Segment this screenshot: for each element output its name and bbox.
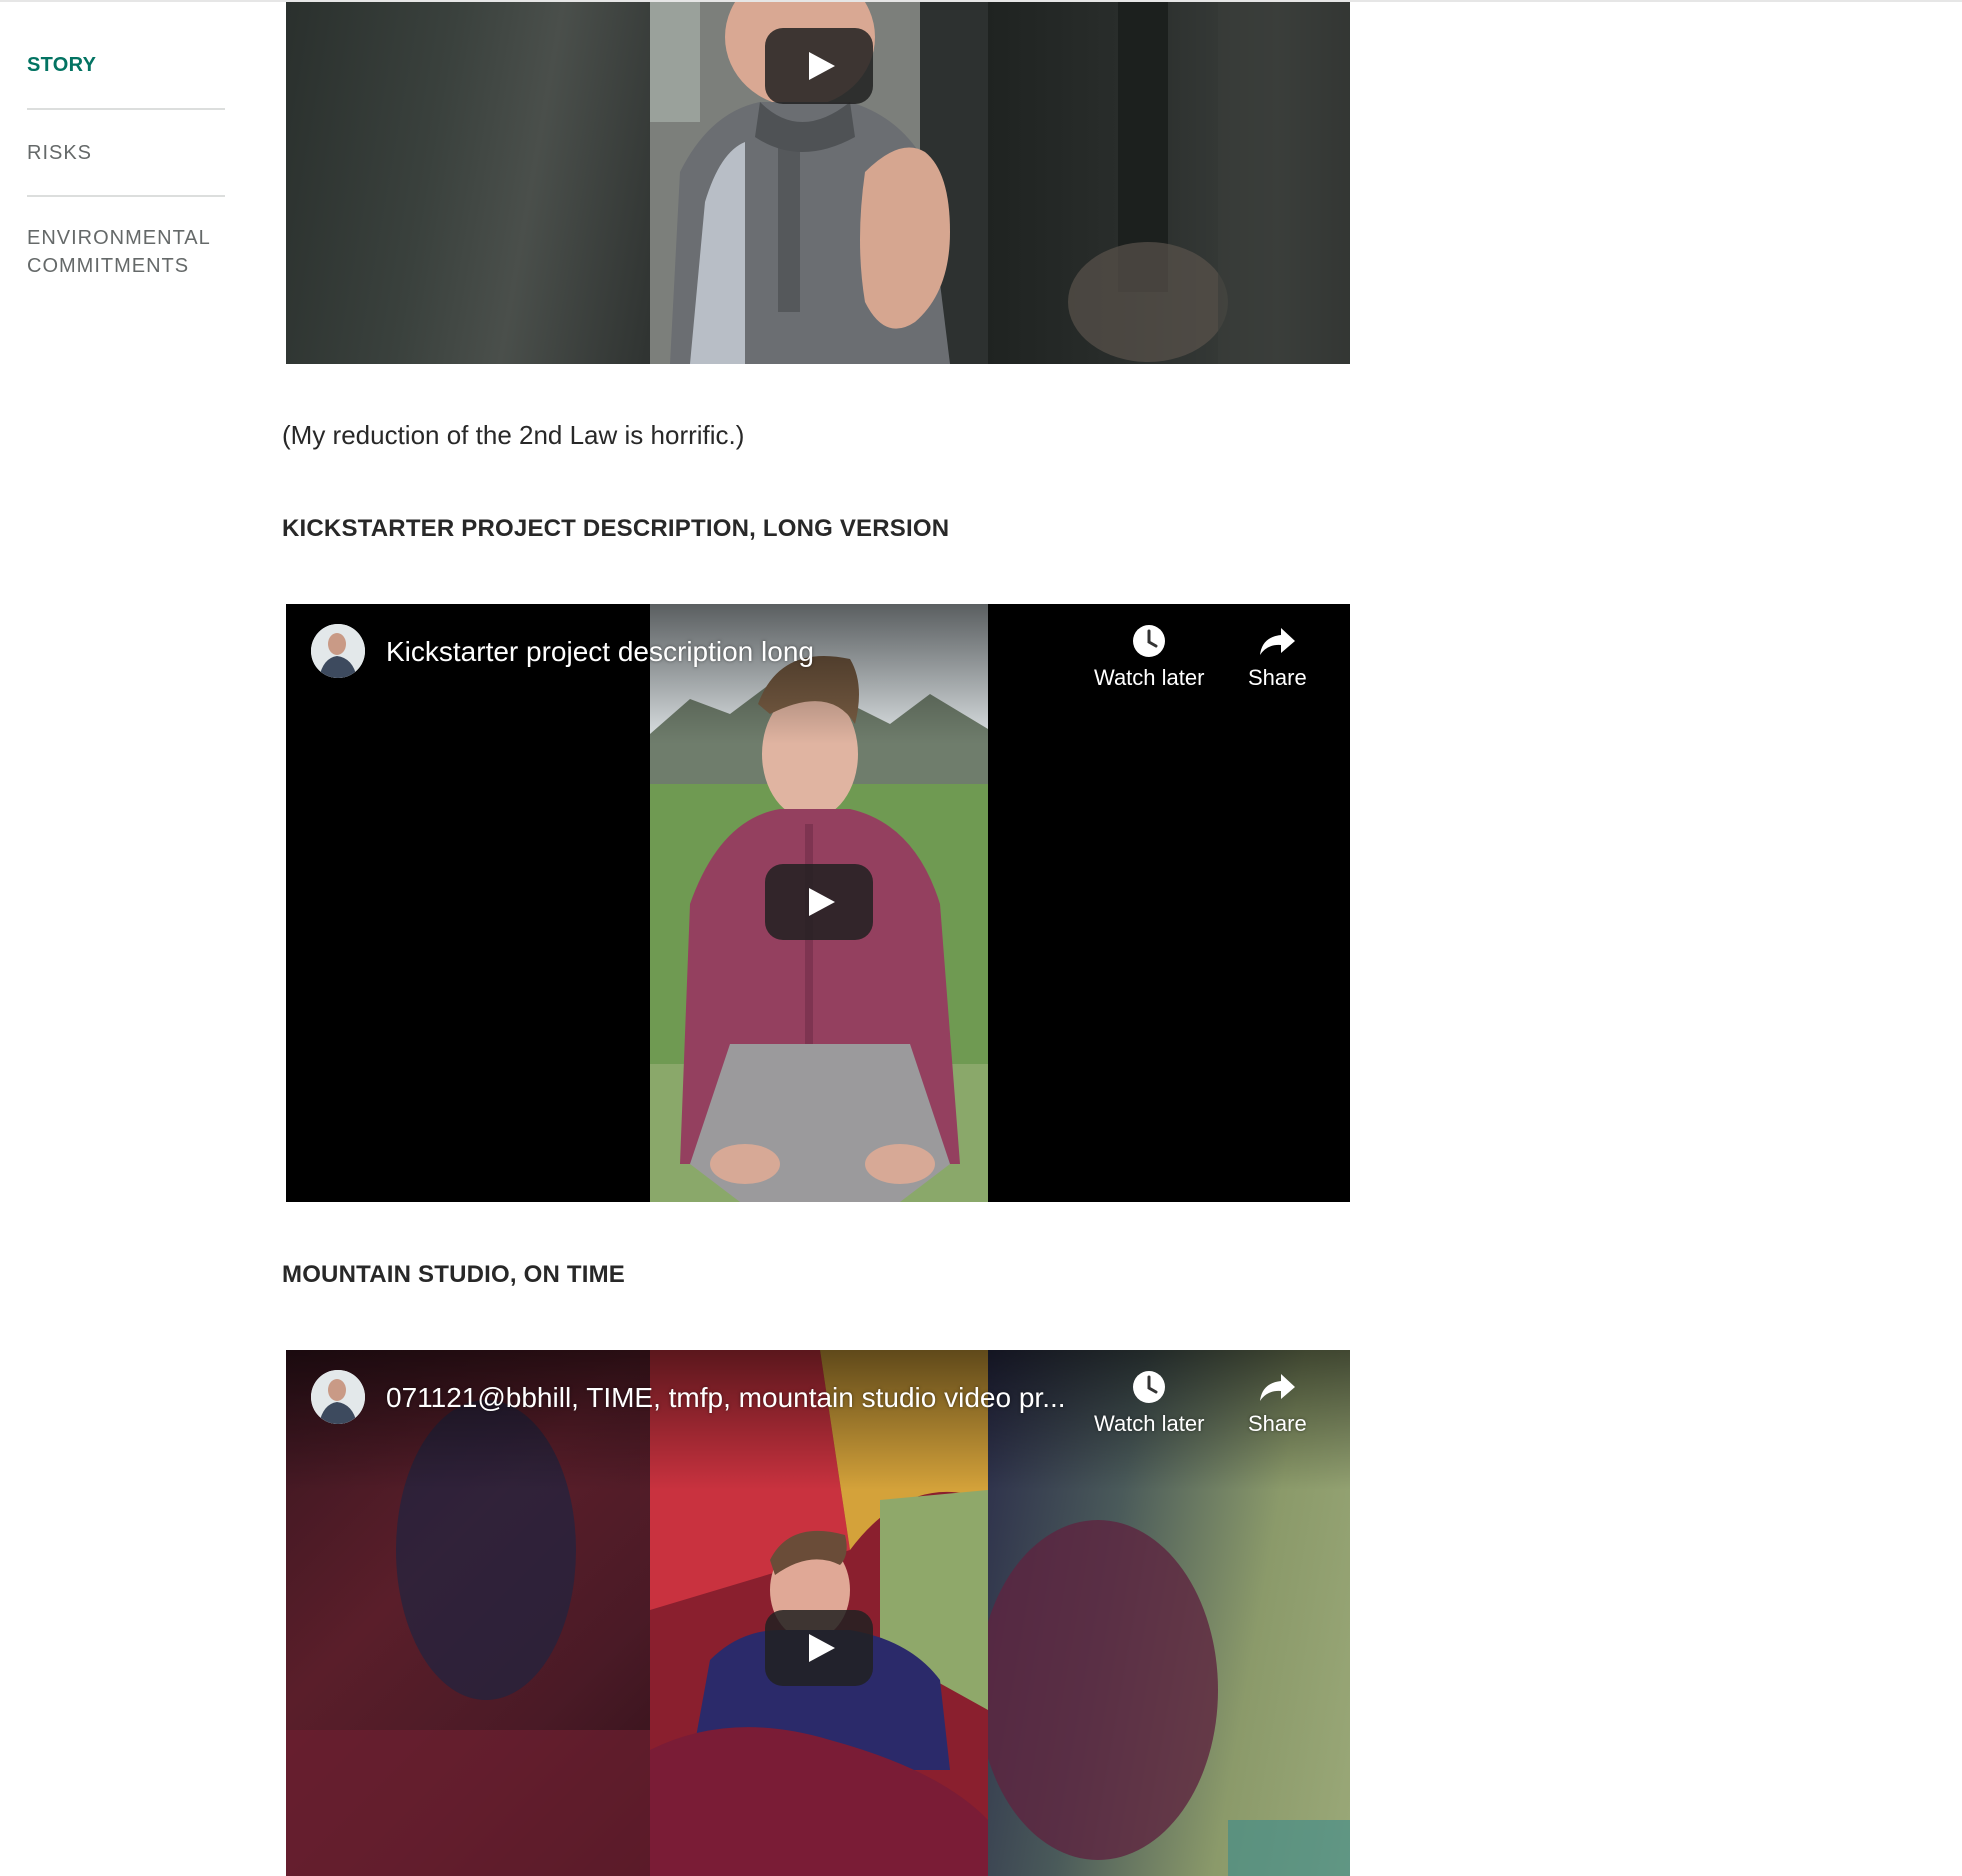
- play-button[interactable]: [765, 864, 873, 940]
- video-thumbnail-blur-left: [286, 1350, 650, 1876]
- sidebar-item-story[interactable]: STORY: [27, 51, 225, 79]
- clock-icon: [1094, 1368, 1204, 1408]
- video-letterbox-right: [988, 604, 1350, 1202]
- blurred-car-interior-illustration: [1068, 2, 1350, 364]
- video-title[interactable]: 071121@bbhill, TIME, tmfp, mountain stud…: [386, 1380, 1066, 1416]
- video-letterbox-left: [286, 604, 650, 1202]
- watch-later-label: Watch later: [1094, 665, 1205, 690]
- play-button[interactable]: [765, 28, 873, 104]
- section-heading-kickstarter-description: KICKSTARTER PROJECT DESCRIPTION, LONG VE…: [282, 515, 950, 542]
- share-label: Share: [1248, 665, 1307, 690]
- sidebar-divider: [27, 195, 225, 197]
- sidebar-divider: [27, 108, 225, 110]
- share-arrow-icon: [1248, 1368, 1307, 1408]
- share-arrow-icon: [1248, 622, 1307, 662]
- video-embed-3[interactable]: 071121@bbhill, TIME, tmfp, mountain stud…: [286, 1350, 1350, 1876]
- avatar-image: [311, 624, 365, 678]
- avatar-image: [311, 1370, 365, 1424]
- video-thumbnail-blur-left: [286, 2, 650, 364]
- sidebar-item-environmental-commitments[interactable]: ENVIRONMENTAL COMMITMENTS: [27, 224, 225, 280]
- clock-icon: [1094, 622, 1204, 662]
- watch-later-label: Watch later: [1094, 1411, 1205, 1436]
- share-button[interactable]: Share: [1248, 622, 1307, 692]
- blurred-tent-illustration: [286, 1400, 650, 1876]
- section-heading-mountain-studio: MOUNTAIN STUDIO, ON TIME: [282, 1261, 626, 1288]
- video-thumbnail-blur-right: [988, 2, 1350, 364]
- video-caption: (My reduction of the 2nd Law is horrific…: [282, 420, 745, 450]
- video-embed-2[interactable]: Kickstarter project description long Wat…: [286, 604, 1350, 1202]
- sidebar-item-risks[interactable]: RISKS: [27, 139, 225, 167]
- video-title[interactable]: Kickstarter project description long: [386, 634, 814, 670]
- share-label: Share: [1248, 1411, 1307, 1436]
- watch-later-button[interactable]: Watch later: [1094, 622, 1204, 692]
- channel-avatar[interactable]: [311, 1370, 365, 1424]
- play-button[interactable]: [765, 1610, 873, 1686]
- channel-avatar[interactable]: [311, 624, 365, 678]
- share-button[interactable]: Share: [1248, 1368, 1307, 1438]
- watch-later-button[interactable]: Watch later: [1094, 1368, 1204, 1438]
- video-embed-1[interactable]: [286, 2, 1350, 364]
